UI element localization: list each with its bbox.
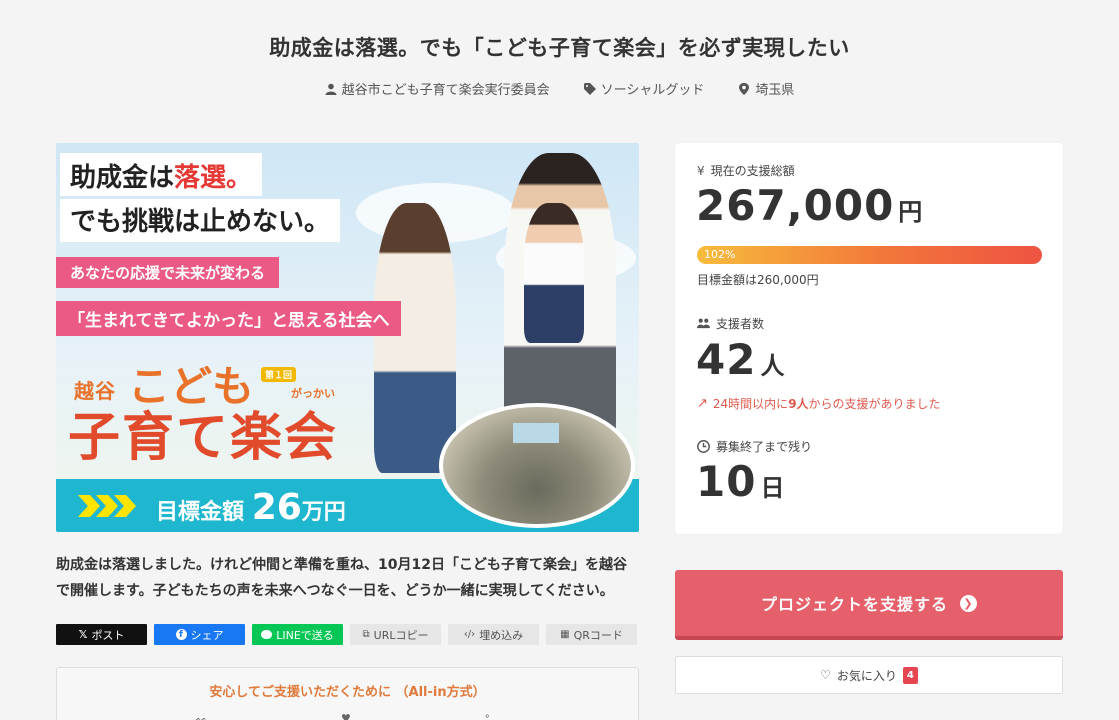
favorite-count-badge: 4 [902,666,918,684]
project-description: 助成金は落選しました。けれど仲間と準備を重ね、10月12日「こども子育て楽会」を… [56,557,627,599]
location-link[interactable]: 埼玉県 [738,79,794,98]
event-group-photo [439,403,635,528]
hero-tagline-2: 「生まれてきてよかった」と思える社会へ [56,301,402,336]
all-in-title: 安心してご支援いただくために （All-in方式） [209,685,486,700]
copy-url-button[interactable]: ⧉ URLコピー [350,624,441,645]
user-icon [325,83,337,95]
embed-button[interactable]: ‹/› 埋め込み [448,624,539,645]
hero-headline-1: 助成金は落選。 [60,153,263,196]
logo-badge: 第１回 [261,367,297,382]
tag-icon [583,82,596,95]
map-pin-icon [739,82,750,95]
qr-code-icon: ▦ [560,629,570,640]
yen-icon: ¥ [697,163,705,178]
share-line-button[interactable]: LINEで送る [252,624,343,645]
project-title: 助成金は落選。でも「こども子育て楽会」を必ず実現したい [269,36,850,60]
person-icon: ᐤ [485,712,490,720]
copy-icon: ⧉ [362,629,370,640]
cat-icon: ᨓ [195,712,209,720]
stats-card: ¥ 現在の支援総額 267,000 円 102% 目標金額は260,000円 支援… [675,143,1063,534]
x-logo-icon: 𝕏 [78,628,88,641]
users-icon [697,318,710,329]
owner-name: 越谷市こども子育て楽会実行委員会 [341,83,550,98]
remaining-label: 募集終了まで残り [697,438,812,455]
clock-icon [697,440,710,453]
logo-main: 子育て楽会 [68,408,339,468]
location-name: 埼玉県 [755,83,795,98]
hero-image: 助成金は落選。 でも挑戦は止めない。 あなたの応援で未来が変わる 「生まれてきて… [56,143,639,532]
hero-headline-2: でも挑戦は止めない。 [60,199,341,242]
goal-text: 目標金額 26万円 [156,487,346,528]
share-facebook-button[interactable]: f シェア [154,624,245,645]
all-in-info-box: 安心してご支援いただくために （All-in方式） ᨓ ♥ ᐤ [56,667,639,720]
qr-code-button[interactable]: ▦ QRコード [546,624,637,645]
photo-child [524,203,584,343]
recent-support-notice: ↗ 24時間以内に9人からの支援がありました [697,396,941,411]
category-name: ソーシャルグッド [600,83,705,98]
total-label: ¥ 現在の支援総額 [697,163,795,179]
photo-woman [374,203,456,473]
heart-icon: ♥ [341,712,351,720]
trending-up-icon: ↗ [697,396,708,411]
heart-outline-icon: ♡ [820,668,831,682]
facebook-icon: f [175,629,187,640]
code-icon: ‹/› [463,629,476,640]
share-bar: 𝕏 ポスト f シェア LINEで送る ⧉ URLコピー ‹/› 埋め込み ▦ … [56,624,637,645]
share-x-button[interactable]: 𝕏 ポスト [56,624,147,645]
progress-percent: 102% [704,248,736,261]
line-icon [261,630,273,639]
support-project-button[interactable]: プロジェクトを支援する ❯ [675,570,1063,640]
supporters-label: 支援者数 [697,315,764,332]
remaining-days: 10 日 [696,457,785,506]
target-amount: 目標金額は260,000円 [697,273,819,287]
supporters-count: 42 人 [696,335,785,384]
favorite-button[interactable]: ♡ お気に入り 4 [675,656,1063,694]
hero-tagline-1: あなたの応援で未来が変わる [56,257,280,288]
project-meta: 越谷市こども子育て楽会実行委員会 ソーシャルグッド 埼玉県 [0,79,1119,98]
owner-link[interactable]: 越谷市こども子育て楽会実行委員会 [325,79,550,98]
total-amount: 267,000 円 [696,181,923,230]
arrow-right-circle-icon: ❯ [960,594,977,612]
category-link[interactable]: ソーシャルグッド [583,79,705,98]
funding-progress-bar: 102% [697,246,1042,264]
